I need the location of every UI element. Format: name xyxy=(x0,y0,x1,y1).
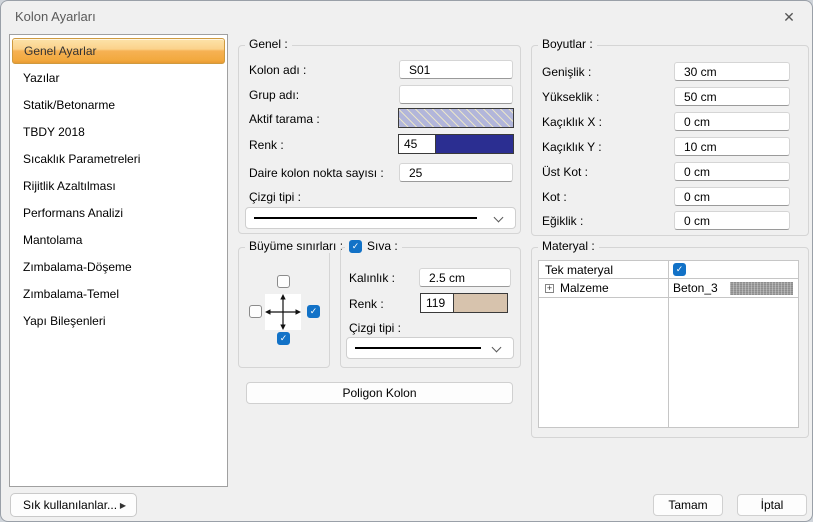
table-row-tek-materyal[interactable]: Tek materyal xyxy=(539,261,798,279)
chevron-down-icon xyxy=(494,213,504,223)
kaciklik-x-label: Kaçıklık X : xyxy=(542,115,602,129)
yukseklik-label: Yükseklik : xyxy=(542,90,599,104)
grow-top-checkbox[interactable] xyxy=(277,275,290,288)
materyal-group-legend: Materyal : xyxy=(538,239,599,253)
siva-renk-color-field[interactable]: 119 xyxy=(420,293,508,313)
kalinlik-label: Kalınlık : xyxy=(349,271,395,285)
ust-kot-input[interactable] xyxy=(674,162,790,181)
sidebar-item-genel-ayarlar[interactable]: Genel Ayarlar xyxy=(12,38,225,64)
favorites-button[interactable]: Sık kullanılanlar... ▶ xyxy=(10,493,137,517)
sidebar-item-mantolama[interactable]: Mantolama xyxy=(10,226,227,253)
sidebar-item-zimbalama-doseme[interactable]: Zımbalama-Döşeme xyxy=(10,253,227,280)
sidebar-item-sicaklik-parametreleri[interactable]: Sıcaklık Parametreleri xyxy=(10,145,227,172)
chevron-down-icon xyxy=(492,343,502,353)
grow-right-checkbox[interactable] xyxy=(307,305,320,318)
grup-adi-label: Grup adı: xyxy=(249,88,299,102)
sidebar-item-yapi-bilesenleri[interactable]: Yapı Bileşenleri xyxy=(10,307,227,334)
materyal-group: Materyal : Tek materyal + Malzeme Beton_… xyxy=(531,247,809,438)
kaciklik-x-input[interactable] xyxy=(674,112,790,131)
kalinlik-input[interactable] xyxy=(419,268,511,287)
aktif-tarama-label: Aktif tarama : xyxy=(249,112,320,126)
boyutlar-group: Boyutlar : Genişlik : Yükseklik : Kaçıkl… xyxy=(531,45,809,236)
favorites-button-label: Sık kullanılanlar... xyxy=(23,498,117,512)
kolon-adi-input[interactable] xyxy=(399,60,513,79)
tek-materyal-label: Tek materyal xyxy=(545,263,613,277)
malzeme-cell: + Malzeme xyxy=(539,279,668,297)
genislik-label: Genişlik : xyxy=(542,65,591,79)
sidebar-item-statik-betonarme[interactable]: Statik/Betonarme xyxy=(10,91,227,118)
kaciklik-y-input[interactable] xyxy=(674,137,790,156)
dialog-title: Kolon Ayarları xyxy=(15,9,96,24)
grow-bottom-checkbox[interactable] xyxy=(277,332,290,345)
malzeme-value: Beton_3 xyxy=(673,281,718,295)
sidebar-item-yazilar[interactable]: Yazılar xyxy=(10,64,227,91)
siva-group: Sıva : Kalınlık : Renk : 119 Çizgi tipi … xyxy=(340,247,521,368)
kolon-ayarlari-dialog: Kolon Ayarları ✕ Genel Ayarlar Yazılar S… xyxy=(0,0,813,522)
genel-group: Genel : Kolon adı : Grup adı: Aktif tara… xyxy=(238,45,521,234)
genel-group-legend: Genel : xyxy=(245,37,292,51)
beton-texture-swatch xyxy=(730,282,793,295)
renk-color-fill xyxy=(436,135,513,153)
grow-direction-cross-icon xyxy=(265,294,301,330)
malzeme-value-cell: Beton_3 xyxy=(668,279,798,297)
renk-color-field[interactable]: 45 xyxy=(398,134,514,154)
grup-adi-input[interactable] xyxy=(399,85,513,104)
egiklik-label: Eğiklik : xyxy=(542,214,583,228)
close-icon[interactable]: ✕ xyxy=(778,6,800,28)
table-row-malzeme[interactable]: + Malzeme Beton_3 xyxy=(539,279,798,298)
daire-kolon-nokta-label: Daire kolon nokta sayısı : xyxy=(249,166,384,180)
kolon-adi-label: Kolon adı : xyxy=(249,63,306,77)
renk-label: Renk : xyxy=(249,138,284,152)
line-type-sample xyxy=(254,217,477,219)
siva-renk-color-fill xyxy=(454,294,507,312)
renk-color-number: 45 xyxy=(399,135,436,153)
buyume-sinirlari-legend: Büyüme sınırları : xyxy=(245,239,347,253)
tek-materyal-cell: Tek materyal xyxy=(539,261,668,278)
settings-category-list: Genel Ayarlar Yazılar Statik/Betonarme T… xyxy=(9,34,228,487)
poligon-kolon-button[interactable]: Poligon Kolon xyxy=(246,382,513,404)
ok-button[interactable]: Tamam xyxy=(653,494,723,516)
siva-checkbox[interactable] xyxy=(349,240,362,253)
yukseklik-input[interactable] xyxy=(674,87,790,106)
buyume-sinirlari-group: Büyüme sınırları : xyxy=(238,247,330,368)
siva-legend-label: Sıva : xyxy=(367,239,398,253)
materyal-table: Tek materyal + Malzeme Beton_3 xyxy=(538,260,799,428)
cizgi-tipi-combo[interactable] xyxy=(245,207,516,229)
sidebar-item-zimbalama-temel[interactable]: Zımbalama-Temel xyxy=(10,280,227,307)
kot-input[interactable] xyxy=(674,187,790,206)
siva-renk-color-number: 119 xyxy=(421,294,454,312)
cizgi-tipi-label: Çizgi tipi : xyxy=(249,190,301,204)
arrow-right-icon: ▶ xyxy=(120,501,126,510)
egiklik-input[interactable] xyxy=(674,211,790,230)
tek-materyal-checkbox[interactable] xyxy=(673,263,686,276)
title-bar: Kolon Ayarları ✕ xyxy=(1,1,812,33)
kot-label: Kot : xyxy=(542,190,567,204)
siva-group-legend: Sıva : xyxy=(345,239,402,253)
boyutlar-group-legend: Boyutlar : xyxy=(538,37,597,51)
malzeme-label: Malzeme xyxy=(560,281,609,295)
cancel-button[interactable]: İptal xyxy=(737,494,807,516)
sidebar-item-tbdy-2018[interactable]: TBDY 2018 xyxy=(10,118,227,145)
aktif-tarama-swatch[interactable] xyxy=(398,108,514,128)
siva-cizgi-tipi-combo[interactable] xyxy=(346,337,514,359)
genislik-input[interactable] xyxy=(674,62,790,81)
sidebar-item-rijitlik-azaltilmasi[interactable]: Rijitlik Azaltılması xyxy=(10,172,227,199)
line-type-sample xyxy=(355,347,481,349)
expand-plus-icon[interactable]: + xyxy=(545,284,554,293)
kaciklik-y-label: Kaçıklık Y : xyxy=(542,140,602,154)
grow-left-checkbox[interactable] xyxy=(249,305,262,318)
tek-materyal-value-cell xyxy=(668,261,798,278)
daire-kolon-nokta-input[interactable] xyxy=(399,163,513,182)
siva-cizgi-tipi-label: Çizgi tipi : xyxy=(349,321,401,335)
ust-kot-label: Üst Kot : xyxy=(542,165,588,179)
sidebar-item-performans-analizi[interactable]: Performans Analizi xyxy=(10,199,227,226)
siva-renk-label: Renk : xyxy=(349,297,384,311)
